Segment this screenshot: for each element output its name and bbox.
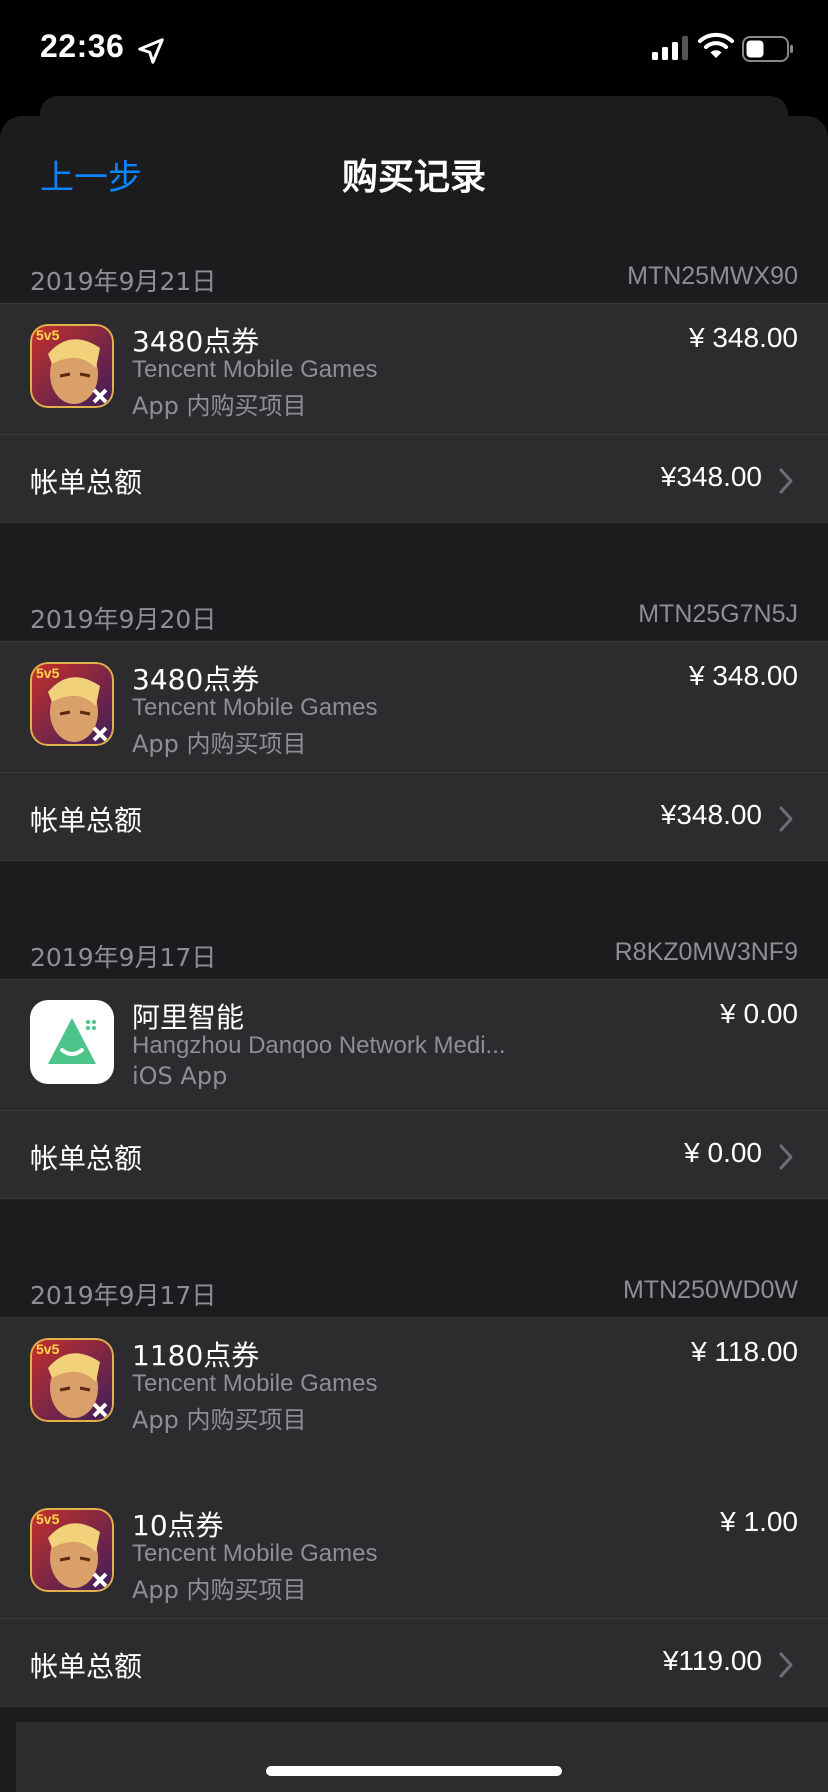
developer-name: Hangzhou Danqoo Network Medi...	[132, 1032, 506, 1059]
chevron-right-icon	[779, 1652, 793, 1678]
bill-total-row[interactable]: 帐单总额 ¥348.00	[0, 435, 828, 525]
purchase-group: 5v5 1180点券 Tencent Mobile Games App 内购买项…	[0, 1317, 828, 1707]
item-type: iOS App	[132, 1062, 228, 1090]
ali-smart-icon	[30, 1000, 114, 1084]
svg-text:5v5: 5v5	[36, 327, 60, 343]
item-price: ¥ 0.00	[720, 998, 798, 1029]
developer-name: Tencent Mobile Games	[132, 1540, 378, 1567]
status-bar: 22:36	[0, 0, 828, 100]
bill-total-value: ¥ 0.00	[684, 1137, 762, 1168]
location-arrow-icon	[138, 38, 164, 64]
order-id[interactable]: MTN25G7N5J	[638, 600, 798, 629]
purchase-group: 5v5 3480点券 Tencent Mobile Games App 内购买项…	[0, 303, 828, 523]
order-id[interactable]: MTN25MWX90	[627, 262, 798, 291]
chevron-right-icon	[779, 806, 793, 832]
item-price: ¥ 1.00	[720, 1506, 798, 1537]
next-group-peek	[16, 1722, 828, 1792]
purchase-date: 2019年9月20日	[30, 605, 217, 634]
purchase-date: 2019年9月21日	[30, 267, 217, 296]
purchase-item[interactable]: 5v5 10点券 Tencent Mobile Games App 内购买项目 …	[0, 1488, 828, 1618]
bill-total-label: 帐单总额	[30, 1650, 143, 1683]
bill-total-value: ¥119.00	[662, 1645, 762, 1676]
purchase-group: 阿里智能 Hangzhou Danqoo Network Medi... iOS…	[0, 979, 828, 1199]
bill-total-label: 帐单总额	[30, 466, 143, 499]
purchase-date: 2019年9月17日	[30, 1281, 217, 1310]
purchase-item[interactable]: 5v5 3480点券 Tencent Mobile Games App 内购买项…	[0, 642, 828, 772]
bill-total-label: 帐单总额	[30, 804, 143, 837]
item-price: ¥ 348.00	[689, 322, 798, 353]
group-header: 2019年9月17日 R8KZ0MW3NF9	[0, 938, 828, 978]
honor-of-kings-icon: 5v5	[30, 324, 114, 408]
purchase-history-sheet: 上一步 购买记录 2019年9月21日 MTN25MWX90 5v5 3480点…	[0, 116, 828, 1792]
purchase-item[interactable]: 5v5 3480点券 Tencent Mobile Games App 内购买项…	[0, 304, 828, 434]
honor-of-kings-icon: 5v5	[30, 662, 114, 746]
purchase-item[interactable]: 阿里智能 Hangzhou Danqoo Network Medi... iOS…	[0, 980, 828, 1110]
wifi-icon	[698, 32, 734, 58]
item-type: App 内购买项目	[132, 730, 307, 758]
status-time: 22:36	[40, 28, 125, 64]
group-header: 2019年9月17日 MTN250WD0W	[0, 1276, 828, 1316]
honor-of-kings-icon: 5v5	[30, 1338, 114, 1422]
bill-total-row[interactable]: 帐单总额 ¥ 0.00	[0, 1111, 828, 1201]
item-name: 阿里智能	[132, 1001, 245, 1034]
home-indicator[interactable]	[266, 1766, 562, 1776]
bill-total-row[interactable]: 帐单总额 ¥348.00	[0, 773, 828, 863]
honor-of-kings-icon: 5v5	[30, 1508, 114, 1592]
bill-total-value: ¥348.00	[660, 799, 762, 830]
order-id[interactable]: R8KZ0MW3NF9	[615, 938, 798, 967]
item-type: App 内购买项目	[132, 392, 307, 420]
purchase-date: 2019年9月17日	[30, 943, 217, 972]
item-type: App 内购买项目	[132, 1406, 307, 1434]
group-header: 2019年9月21日 MTN25MWX90	[0, 262, 828, 302]
developer-name: Tencent Mobile Games	[132, 694, 378, 721]
battery-icon	[742, 36, 793, 62]
group-header: 2019年9月20日 MTN25G7N5J	[0, 600, 828, 640]
purchase-item[interactable]: 5v5 1180点券 Tencent Mobile Games App 内购买项…	[0, 1318, 828, 1448]
item-name: 3480点券	[132, 325, 260, 358]
purchase-group: 5v5 3480点券 Tencent Mobile Games App 内购买项…	[0, 641, 828, 861]
chevron-right-icon	[779, 1144, 793, 1170]
chevron-right-icon	[779, 468, 793, 494]
item-name: 1180点券	[132, 1339, 260, 1372]
svg-text:5v5: 5v5	[36, 1511, 60, 1527]
page-title: 购买记录	[341, 157, 486, 198]
developer-name: Tencent Mobile Games	[132, 1370, 378, 1397]
cellular-signal-icon	[652, 36, 688, 60]
order-id[interactable]: MTN250WD0W	[623, 1276, 798, 1305]
item-name: 10点券	[132, 1509, 224, 1542]
svg-text:5v5: 5v5	[36, 1341, 60, 1357]
developer-name: Tencent Mobile Games	[132, 356, 378, 383]
bill-total-row[interactable]: 帐单总额 ¥119.00	[0, 1619, 828, 1709]
item-name: 3480点券	[132, 663, 260, 696]
item-price: ¥ 348.00	[689, 660, 798, 691]
item-type: App 内购买项目	[132, 1576, 307, 1604]
bill-total-label: 帐单总额	[30, 1142, 143, 1175]
bill-total-value: ¥348.00	[660, 461, 762, 492]
svg-text:5v5: 5v5	[36, 665, 60, 681]
item-price: ¥ 118.00	[691, 1336, 798, 1367]
